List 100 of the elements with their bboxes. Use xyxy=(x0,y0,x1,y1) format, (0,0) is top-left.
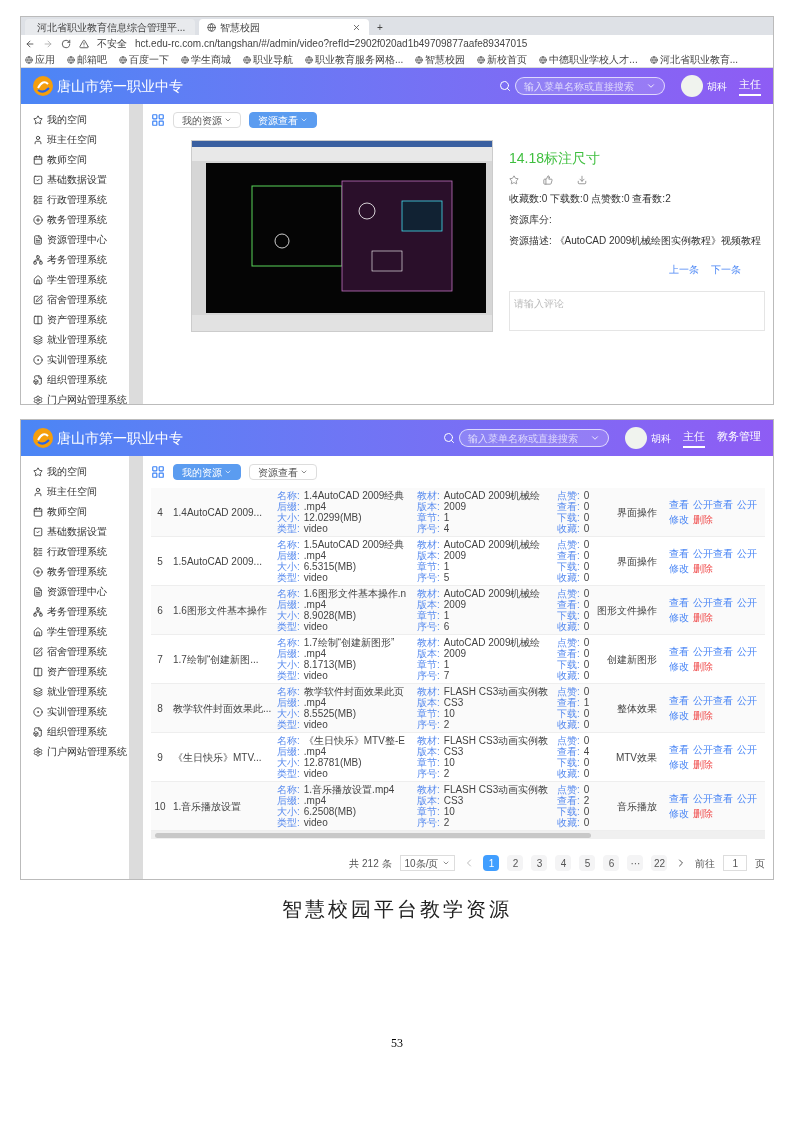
bookmark-item[interactable]: 新校首页 xyxy=(477,52,528,67)
action-link[interactable]: 查看 xyxy=(669,791,689,806)
bookmark-item[interactable]: 职业导航 xyxy=(243,52,293,67)
avatar[interactable] xyxy=(625,427,647,449)
sidebar-item[interactable]: 资源管理中心 xyxy=(33,232,129,247)
thumbs-up-icon[interactable] xyxy=(543,175,553,185)
action-link[interactable]: 修改 xyxy=(669,610,689,625)
page-button[interactable]: ··· xyxy=(627,855,644,871)
sidebar-item[interactable]: 门户网站管理系统 xyxy=(33,392,129,407)
action-link[interactable]: 查看 xyxy=(669,497,689,512)
sidebar-item[interactable]: 基础数据设置 xyxy=(33,172,129,187)
user-name[interactable]: 胡科 xyxy=(707,78,727,94)
sidebar-item[interactable]: 教务管理系统 xyxy=(33,212,129,227)
page-button[interactable]: 2 xyxy=(507,855,524,871)
sidebar-item[interactable]: 教务管理系统 xyxy=(33,564,129,579)
back-icon[interactable] xyxy=(25,38,35,49)
prev-link[interactable]: 上一条 xyxy=(669,262,699,277)
browser-tab[interactable]: 河北省职业教育信息综合管理平... xyxy=(25,19,195,35)
action-link[interactable]: 修改 xyxy=(669,512,689,527)
sidebar-item[interactable]: 就业管理系统 xyxy=(33,332,129,347)
bookmark-item[interactable]: 百度一下 xyxy=(119,52,169,67)
grid-icon[interactable] xyxy=(151,113,165,127)
sidebar-item[interactable]: 宿舍管理系统 xyxy=(33,292,129,307)
sidebar-item[interactable]: 学生管理系统 xyxy=(33,624,129,639)
sidebar-item[interactable]: 班主任空间 xyxy=(33,132,129,147)
action-link[interactable]: 查看 xyxy=(669,644,689,659)
nav-tab[interactable]: 主任 xyxy=(683,427,705,449)
action-link[interactable]: 修改 xyxy=(669,561,689,576)
bookmark-item[interactable]: 中德职业学校人才... xyxy=(539,52,638,67)
bookmark-item[interactable]: 学生商城 xyxy=(181,52,231,67)
filter-dropdown[interactable]: 我的资源 xyxy=(173,112,241,128)
sidebar-item[interactable]: 组织管理系统 xyxy=(33,724,129,739)
action-link[interactable]: 删除 xyxy=(693,806,713,821)
sidebar-item[interactable]: 我的空间 xyxy=(33,464,129,479)
reload-icon[interactable] xyxy=(61,38,71,49)
action-link[interactable]: 删除 xyxy=(693,512,713,527)
sidebar-item[interactable]: 就业管理系统 xyxy=(33,684,129,699)
sidebar-item[interactable]: 教师空间 xyxy=(33,152,129,167)
action-link[interactable]: 公开查看 xyxy=(693,595,733,610)
action-link[interactable]: 公开查看 xyxy=(693,497,733,512)
bookmark-item[interactable]: 应用 xyxy=(25,52,55,67)
action-link[interactable]: 删除 xyxy=(693,757,713,772)
sidebar-item[interactable]: 实训管理系统 xyxy=(33,704,129,719)
action-link[interactable]: 公开 xyxy=(737,546,757,561)
close-icon[interactable] xyxy=(352,22,361,32)
sidebar-item[interactable]: 门户网站管理系统 xyxy=(33,744,129,759)
sidebar-item[interactable]: 我的空间 xyxy=(33,112,129,127)
bookmark-item[interactable]: 智慧校园 xyxy=(415,52,466,67)
url-field[interactable]: hct.edu-rc.com.cn/tangshan/#/admin/video?refId=2902f020ad1b49709877aafe89347015 xyxy=(135,36,528,51)
action-link[interactable]: 公开查看 xyxy=(693,644,733,659)
action-link[interactable]: 公开查看 xyxy=(693,742,733,757)
action-link[interactable]: 删除 xyxy=(693,708,713,723)
sidebar-item[interactable]: 实训管理系统 xyxy=(33,352,129,367)
page-button[interactable]: 6 xyxy=(603,855,620,871)
sidebar-item[interactable]: 资源管理中心 xyxy=(33,584,129,599)
sidebar-item[interactable]: 基础数据设置 xyxy=(33,524,129,539)
forward-icon[interactable] xyxy=(43,38,53,49)
nav-tab[interactable]: 主任 xyxy=(739,75,761,97)
action-link[interactable]: 修改 xyxy=(669,757,689,772)
action-link[interactable]: 查看 xyxy=(669,595,689,610)
sidebar-item[interactable]: 宿舍管理系统 xyxy=(33,644,129,659)
action-link[interactable]: 公开 xyxy=(737,595,757,610)
page-button[interactable]: 22 xyxy=(651,855,668,871)
sidebar-item[interactable]: 考务管理系统 xyxy=(33,252,129,267)
search-icon[interactable] xyxy=(443,432,455,444)
action-link[interactable]: 删除 xyxy=(693,610,713,625)
action-link[interactable]: 删除 xyxy=(693,561,713,576)
sidebar-item[interactable]: 学生管理系统 xyxy=(33,272,129,287)
action-link[interactable]: 公开 xyxy=(737,791,757,806)
page-size-select[interactable]: 10条/页 xyxy=(399,855,456,871)
action-link[interactable]: 修改 xyxy=(669,708,689,723)
page-button[interactable]: 3 xyxy=(531,855,548,871)
action-link[interactable]: 公开 xyxy=(737,644,757,659)
bookmark-item[interactable]: 邮箱吧 xyxy=(67,52,107,67)
sidebar-item[interactable]: 行政管理系统 xyxy=(33,544,129,559)
goto-field[interactable]: 1 xyxy=(723,855,747,871)
new-tab-button[interactable]: + xyxy=(373,20,387,35)
action-link[interactable]: 公开查看 xyxy=(693,546,733,561)
browser-tab[interactable]: 智慧校园 xyxy=(199,19,369,35)
bookmark-item[interactable]: 职业教育服务网格... xyxy=(305,52,404,67)
action-link[interactable]: 修改 xyxy=(669,806,689,821)
sidebar-item[interactable]: 组织管理系统 xyxy=(33,372,129,387)
search-icon[interactable] xyxy=(499,80,511,92)
avatar[interactable] xyxy=(681,75,703,97)
action-link[interactable]: 删除 xyxy=(693,659,713,674)
bookmark-item[interactable]: 河北省职业教育... xyxy=(649,52,739,67)
star-icon[interactable] xyxy=(509,175,519,185)
page-button[interactable]: 5 xyxy=(579,855,596,871)
sidebar-item[interactable]: 考务管理系统 xyxy=(33,604,129,619)
sidebar-item[interactable]: 资产管理系统 xyxy=(33,664,129,679)
action-link[interactable]: 修改 xyxy=(669,659,689,674)
sidebar-item[interactable]: 班主任空间 xyxy=(33,484,129,499)
action-link[interactable]: 查看 xyxy=(669,693,689,708)
grid-icon[interactable] xyxy=(151,465,165,479)
action-link[interactable]: 公开查看 xyxy=(693,693,733,708)
sidebar-item[interactable]: 资产管理系统 xyxy=(33,312,129,327)
sidebar-item[interactable]: 教师空间 xyxy=(33,504,129,519)
user-name[interactable]: 胡科 xyxy=(651,430,671,446)
page-button[interactable]: 4 xyxy=(555,855,572,871)
filter-dropdown[interactable]: 资源查看 xyxy=(249,464,317,480)
